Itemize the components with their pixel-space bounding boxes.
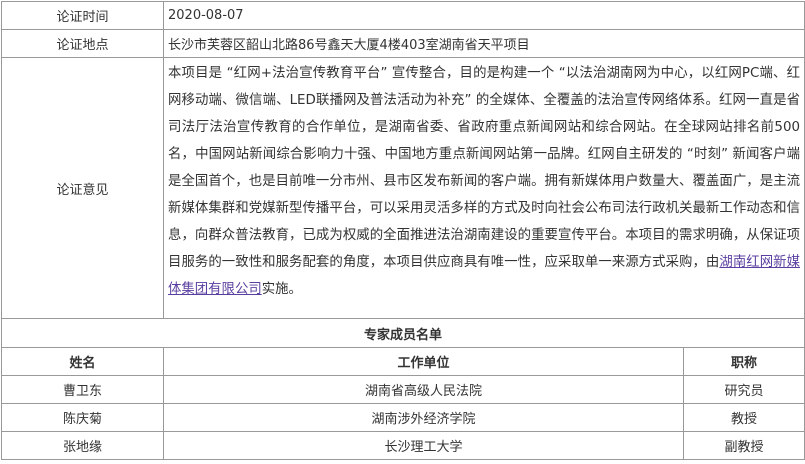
- opinion-text-before: 本项目是 “红网+法治宣传教育平台” 宣传整合，目的是构建一个 “以法治湖南网为…: [168, 66, 800, 270]
- opinion-text: 本项目是 “红网+法治宣传教育平台” 宣传整合，目的是构建一个 “以法治湖南网为…: [163, 57, 805, 319]
- date-row: 论证时间 2020-08-07: [1, 1, 805, 30]
- expert-unit: 湖南省高级人民法院: [163, 375, 684, 404]
- expert-row: 曹卫东 湖南省高级人民法院 研究员: [1, 375, 805, 404]
- date-value: 2020-08-07: [163, 1, 805, 30]
- opinion-text-after: 实施。: [261, 282, 302, 297]
- expert-row: 张地缘 长沙理工大学 副教授: [1, 431, 805, 460]
- expert-name: 陈庆菊: [1, 403, 164, 432]
- location-row: 论证地点 长沙市芙蓉区韶山北路86号鑫天大厦4楼403室湖南省天平项目: [1, 29, 805, 58]
- expert-name: 张地缘: [1, 431, 164, 460]
- experts-header-row: 姓名 工作单位 职称: [1, 347, 805, 376]
- header-name: 姓名: [1, 347, 164, 376]
- location-label: 论证地点: [1, 29, 164, 58]
- experts-section-title: 专家成员名单: [1, 318, 805, 348]
- location-value: 长沙市芙蓉区韶山北路86号鑫天大厦4楼403室湖南省天平项目: [163, 29, 805, 58]
- header-title: 职称: [683, 347, 805, 376]
- demonstration-record-sheet: 论证时间 2020-08-07 论证地点 长沙市芙蓉区韶山北路86号鑫天大厦4楼…: [0, 0, 805, 464]
- opinion-label: 论证意见: [1, 57, 164, 319]
- expert-title: 研究员: [683, 375, 805, 404]
- experts-section-row: 专家成员名单: [1, 318, 805, 348]
- expert-unit: 长沙理工大学: [163, 431, 684, 460]
- expert-unit: 湖南涉外经济学院: [163, 403, 684, 432]
- opinion-row: 论证意见 本项目是 “红网+法治宣传教育平台” 宣传整合，目的是构建一个 “以法…: [1, 57, 805, 319]
- demonstration-table: 论证时间 2020-08-07 论证地点 长沙市芙蓉区韶山北路86号鑫天大厦4楼…: [1, 1, 805, 460]
- header-unit: 工作单位: [163, 347, 684, 376]
- date-label: 论证时间: [1, 1, 164, 30]
- expert-row: 陈庆菊 湖南涉外经济学院 教授: [1, 403, 805, 432]
- expert-name: 曹卫东: [1, 375, 164, 404]
- expert-title: 副教授: [683, 431, 805, 460]
- expert-title: 教授: [683, 403, 805, 432]
